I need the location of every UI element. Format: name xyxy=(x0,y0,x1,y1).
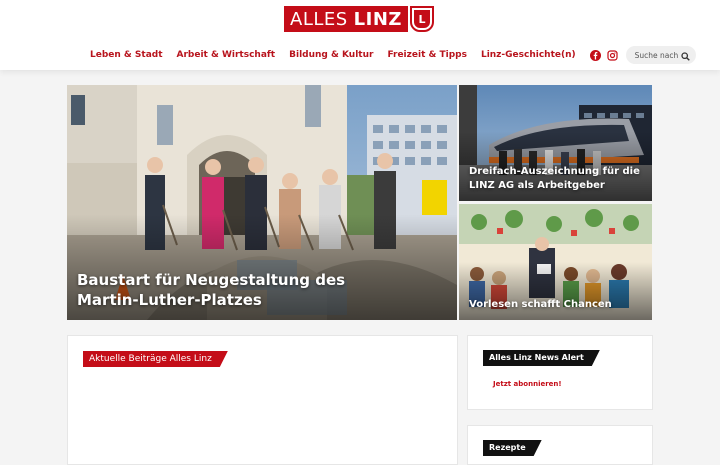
hero-side-article-2[interactable]: Vorlesen schafft Chancen xyxy=(459,204,652,320)
main-navigation: Leben & Stadt Arbeit & Wirtschaft Bildun… xyxy=(90,46,696,64)
logo-crest-letter: L xyxy=(418,12,426,26)
hero-main-article[interactable]: Baustart für Neugestaltung des Martin-Lu… xyxy=(67,85,457,320)
recipes-heading: Rezepte xyxy=(483,440,542,456)
nav-item-leben-stadt[interactable]: Leben & Stadt xyxy=(90,50,163,60)
news-alert-panel: Alles Linz News Alert Jetzt abonnieren! xyxy=(467,335,653,410)
latest-posts-heading: Aktuelle Beiträge Alles Linz xyxy=(83,351,228,367)
social-links xyxy=(589,49,624,61)
hero-side-article-1[interactable]: Dreifach-Auszeichnung für die LINZ AG al… xyxy=(459,85,652,201)
search-icon[interactable] xyxy=(680,46,690,65)
instagram-icon[interactable] xyxy=(607,49,618,61)
site-logo[interactable]: ALLES LINZ L xyxy=(284,6,434,32)
logo-word-linz: LINZ xyxy=(353,8,402,30)
logo-wordmark[interactable]: ALLES LINZ xyxy=(284,6,408,32)
facebook-icon[interactable] xyxy=(589,49,601,61)
nav-item-bildung-kultur[interactable]: Bildung & Kultur xyxy=(289,50,373,60)
hero-side2-title[interactable]: Vorlesen schafft Chancen xyxy=(469,298,649,312)
subscribe-link[interactable]: Jetzt abonnieren! xyxy=(493,380,562,388)
hero-side1-title[interactable]: Dreifach-Auszeichnung für die LINZ AG al… xyxy=(469,165,649,193)
nav-item-linz-geschichten[interactable]: Linz-Geschichte(n) xyxy=(481,50,576,60)
nav-item-arbeit-wirtschaft[interactable]: Arbeit & Wirtschaft xyxy=(177,50,276,60)
recipes-panel: Rezepte xyxy=(467,425,653,465)
hero-main-title[interactable]: Baustart für Neugestaltung des Martin-Lu… xyxy=(77,270,407,310)
logo-crest-icon: L xyxy=(409,6,434,32)
search-input[interactable] xyxy=(634,50,681,60)
logo-word-alles: ALLES xyxy=(290,8,348,30)
news-alert-heading: Alles Linz News Alert xyxy=(483,350,600,366)
latest-posts-panel: Aktuelle Beiträge Alles Linz xyxy=(67,335,458,465)
search-box xyxy=(625,46,696,65)
site-header: ALLES LINZ L Leben & Stadt Arbeit & Wirt… xyxy=(0,0,720,70)
nav-item-freizeit-tipps[interactable]: Freizeit & Tipps xyxy=(387,50,467,60)
